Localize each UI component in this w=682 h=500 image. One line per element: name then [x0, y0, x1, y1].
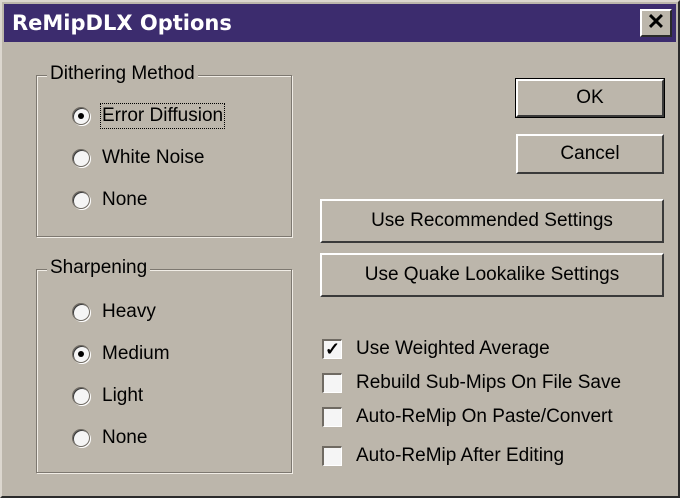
radio-heavy[interactable]: Heavy — [72, 301, 156, 323]
radio-label: None — [102, 427, 148, 448]
checkbox-label: Auto-ReMip On Paste/Convert — [356, 406, 613, 427]
checkbox-use-weighted-average[interactable]: ✓ Use Weighted Average — [322, 338, 550, 360]
checkbox-indicator — [322, 407, 342, 427]
options-dialog: ReMipDLX Options ✕ Dithering Method Erro… — [0, 0, 680, 498]
radio-label: Heavy — [102, 301, 156, 322]
recommended-label: Use Recommended Settings — [371, 210, 613, 231]
radio-medium[interactable]: Medium — [72, 343, 170, 365]
radio-label: Medium — [102, 343, 170, 364]
checkbox-auto-remip-paste[interactable]: Auto-ReMip On Paste/Convert — [322, 406, 613, 428]
checkbox-indicator — [322, 446, 342, 466]
sharpening-legend: Sharpening — [47, 257, 151, 279]
radio-indicator — [72, 191, 90, 209]
close-button[interactable]: ✕ — [640, 9, 672, 37]
radio-indicator — [72, 345, 90, 363]
close-icon: ✕ — [646, 9, 666, 34]
radio-error-diffusion[interactable]: Error Diffusion — [72, 103, 226, 129]
radio-light[interactable]: Light — [72, 385, 143, 407]
radio-label: Error Diffusion — [99, 103, 226, 129]
radio-label: None — [102, 189, 148, 210]
use-quake-lookalike-settings-button[interactable]: Use Quake Lookalike Settings — [320, 253, 664, 297]
dithering-method-legend: Dithering Method — [47, 63, 198, 85]
radio-indicator — [72, 429, 90, 447]
radio-sharpen-none[interactable]: None — [72, 427, 147, 449]
quake-label: Use Quake Lookalike Settings — [364, 264, 620, 285]
radio-indicator — [72, 303, 90, 321]
cancel-button[interactable]: Cancel — [516, 134, 664, 174]
radio-label: Light — [102, 385, 144, 406]
checkbox-label: Auto-ReMip After Editing — [356, 445, 565, 466]
checkbox-auto-remip-editing[interactable]: Auto-ReMip After Editing — [322, 445, 564, 467]
radio-white-noise[interactable]: White Noise — [72, 147, 204, 169]
cancel-label: Cancel — [560, 143, 620, 164]
checkbox-label: Use Weighted Average — [356, 338, 550, 359]
radio-dither-none[interactable]: None — [72, 189, 147, 211]
checkbox-label: Rebuild Sub-Mips On File Save — [356, 372, 622, 393]
checkbox-indicator: ✓ — [322, 339, 342, 359]
ok-label: OK — [576, 87, 604, 108]
radio-label: White Noise — [102, 147, 205, 168]
ok-button[interactable]: OK — [515, 78, 665, 118]
radio-indicator — [72, 387, 90, 405]
checkbox-rebuild-sub-mips[interactable]: Rebuild Sub-Mips On File Save — [322, 372, 621, 394]
radio-indicator — [72, 149, 90, 167]
title-bar[interactable]: ReMipDLX Options ✕ — [4, 4, 676, 42]
radio-indicator — [72, 107, 90, 125]
window-title: ReMipDLX Options — [12, 11, 232, 35]
use-recommended-settings-button[interactable]: Use Recommended Settings — [320, 199, 664, 243]
checkbox-indicator — [322, 373, 342, 393]
